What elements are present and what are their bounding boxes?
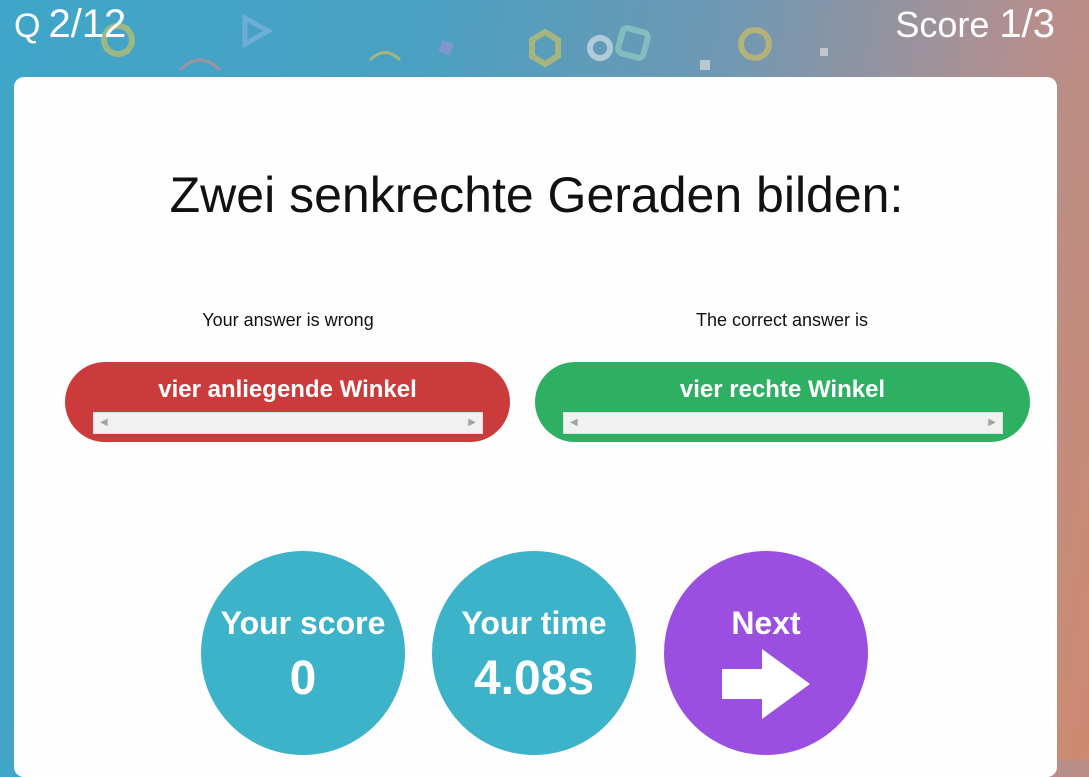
your-score-circle: Your score 0 [201,551,405,755]
scroll-right-icon[interactable]: ▶ [468,416,476,430]
wrong-answer-pill: vier anliegende Winkel ◀ ▶ [65,362,510,442]
question-counter-value: 2/12 [48,2,127,46]
your-score-label: Your score [220,605,386,641]
scroll-left-icon[interactable]: ◀ [100,416,108,430]
question-prefix: Q [14,7,41,45]
question-text: Zwei senkrechte Geraden bilden: [169,167,904,223]
score-counter-value: 1/3 [999,2,1055,46]
your-time-circle: Your time 4.08s [432,551,636,755]
your-time-value: 4.08s [473,652,595,705]
next-button[interactable]: Next [664,551,868,755]
score-counter: Score 1/3 [895,0,1055,53]
correct-answer-scrollbar[interactable]: ◀ ▶ [563,412,1003,434]
next-label: Next [731,605,801,641]
your-time-label: Your time [461,605,607,641]
top-bar: Q 2/12 Score 1/3 [0,0,1089,60]
score-label: Score [895,4,990,45]
wrong-answer-scrollbar[interactable]: ◀ ▶ [93,412,483,434]
correct-answer-pill: vier rechte Winkel ◀ ▶ [535,362,1030,442]
correct-answer-label: The correct answer is [695,310,869,330]
wrong-answer-text: vier anliegende Winkel [158,376,417,403]
your-score-value: 0 [289,652,317,705]
correct-answer-text: vier rechte Winkel [679,376,886,403]
scroll-left-icon[interactable]: ◀ [570,416,578,430]
scroll-right-icon[interactable]: ▶ [988,416,996,430]
wrong-answer-label: Your answer is wrong [202,310,374,330]
question-counter: Q 2/12 [14,0,126,54]
arrow-right-icon [722,649,810,719]
